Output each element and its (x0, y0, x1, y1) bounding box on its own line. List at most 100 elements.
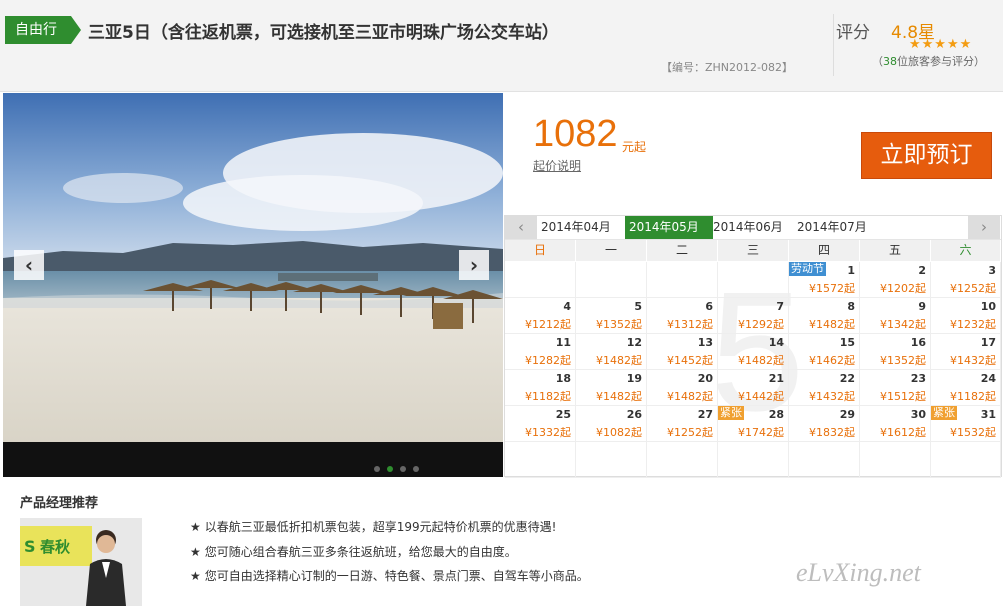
weekday-mon: 一 (576, 240, 647, 261)
day-price: ¥1532起 (950, 426, 996, 439)
day-price: ¥1252起 (667, 426, 713, 439)
calendar-day-cell[interactable]: 6 ¥1312起 (647, 298, 718, 334)
day-number: 15 (839, 336, 855, 349)
prev-month-icon[interactable]: ‹ (505, 216, 537, 239)
tab-month-2014-06[interactable]: 2014年06月 (709, 216, 797, 239)
day-number: 1 (847, 264, 855, 277)
calendar-day-cell[interactable]: 5 ¥1352起 (576, 298, 647, 334)
calendar-empty-cell (505, 442, 576, 478)
calendar-empty-cell (505, 262, 576, 298)
calendar-day-cell[interactable]: 22 ¥1432起 (789, 370, 860, 406)
gallery-dot[interactable] (374, 466, 380, 472)
calendar-day-cell[interactable]: 18 ¥1182起 (505, 370, 576, 406)
calendar-day-cell[interactable]: 30 ¥1612起 (860, 406, 931, 442)
calendar-day-cell[interactable]: 3 ¥1252起 (931, 262, 1001, 298)
rating-stars-icon: ★★★★★ (909, 37, 973, 52)
calendar-day-cell[interactable]: 24 ¥1182起 (931, 370, 1001, 406)
day-number: 17 (980, 336, 996, 349)
calendar-day-cell[interactable]: 26 ¥1082起 (576, 406, 647, 442)
calendar-day-cell[interactable]: 12 ¥1482起 (576, 334, 647, 370)
feature-item: ★ 您可随心组合春航三亚多条往返航班，给您最大的自由度。 (190, 543, 517, 560)
day-price: ¥1312起 (667, 318, 713, 331)
calendar-day-cell[interactable]: 劳动节 1 ¥1572起 (789, 262, 860, 298)
day-price: ¥1482起 (596, 354, 642, 367)
day-price: ¥1482起 (596, 390, 642, 403)
weekday-sat: 六 (931, 240, 1001, 261)
star-bullet-icon: ★ (190, 520, 201, 534)
star-bullet-icon: ★ (190, 545, 201, 559)
weekday-sun: 日 (505, 240, 576, 261)
calendar-day-cell[interactable]: 8 ¥1482起 (789, 298, 860, 334)
manager-photo-image: S 春秋 (20, 518, 142, 606)
tight-badge: 紧张 (718, 406, 744, 420)
day-price: ¥1572起 (809, 282, 855, 295)
manager-photo: S 春秋 (20, 518, 142, 606)
calendar-day-cell[interactable]: 21 ¥1442起 (718, 370, 789, 406)
calendar-day-cell[interactable]: 2 ¥1202起 (860, 262, 931, 298)
day-price: ¥1332起 (525, 426, 571, 439)
calendar-day-cell[interactable]: 7 ¥1292起 (718, 298, 789, 334)
calendar-day-cell[interactable]: 20 ¥1482起 (647, 370, 718, 406)
gallery-next-button[interactable]: › (459, 250, 489, 280)
day-price: ¥1212起 (525, 318, 571, 331)
day-number: 20 (697, 372, 713, 385)
day-price: ¥1202起 (880, 282, 926, 295)
calendar-day-cell[interactable]: 15 ¥1462起 (789, 334, 860, 370)
day-price: ¥1442起 (738, 390, 784, 403)
calendar-day-cell[interactable]: 16 ¥1352起 (860, 334, 931, 370)
day-price: ¥1482起 (667, 390, 713, 403)
day-price: ¥1282起 (525, 354, 571, 367)
day-number: 2 (918, 264, 926, 277)
day-number: 6 (705, 300, 713, 313)
day-price: ¥1482起 (738, 354, 784, 367)
calendar-day-cell[interactable]: 紧张 31 ¥1532起 (931, 406, 1001, 442)
calendar-day-cell[interactable]: 4 ¥1212起 (505, 298, 576, 334)
tab-month-2014-05[interactable]: 2014年05月 (625, 216, 713, 239)
calendar-day-cell[interactable]: 10 ¥1232起 (931, 298, 1001, 334)
calendar-empty-cell (931, 442, 1001, 478)
day-number: 3 (988, 264, 996, 277)
calendar-day-cell[interactable]: 9 ¥1342起 (860, 298, 931, 334)
calendar-empty-cell (718, 262, 789, 298)
calendar-day-cell[interactable]: 25 ¥1332起 (505, 406, 576, 442)
gallery-dot-active[interactable] (387, 466, 393, 472)
calendar-day-cell[interactable]: 紧张 28 ¥1742起 (718, 406, 789, 442)
day-number: 5 (634, 300, 642, 313)
calendar-day-cell[interactable]: 19 ¥1482起 (576, 370, 647, 406)
calendar-day-cell[interactable]: 17 ¥1432起 (931, 334, 1001, 370)
weekday-tue: 二 (647, 240, 718, 261)
price-note-link[interactable]: 起价说明 (533, 157, 581, 174)
book-now-button[interactable]: 立即预订 (861, 132, 992, 179)
weekday-thu: 四 (789, 240, 860, 261)
calendar-empty-cell (647, 262, 718, 298)
day-number: 9 (918, 300, 926, 313)
svg-text:S: S (24, 537, 36, 556)
gallery-dot[interactable] (400, 466, 406, 472)
day-price: ¥1082起 (596, 426, 642, 439)
rating-count-suffix: 位旅客参与评分） (897, 55, 985, 68)
day-price: ¥1432起 (950, 354, 996, 367)
gallery-prev-button[interactable]: ‹ (14, 250, 44, 280)
day-price: ¥1742起 (738, 426, 784, 439)
day-number: 24 (980, 372, 996, 385)
calendar-day-cell[interactable]: 29 ¥1832起 (789, 406, 860, 442)
calendar-day-cell[interactable]: 11 ¥1282起 (505, 334, 576, 370)
tab-month-2014-07[interactable]: 2014年07月 (793, 216, 885, 239)
start-price: 1082 (533, 113, 618, 155)
gallery-dot[interactable] (413, 466, 419, 472)
next-month-icon[interactable]: › (968, 216, 1000, 239)
calendar-day-cell[interactable]: 14 ¥1482起 (718, 334, 789, 370)
day-number: 27 (697, 408, 713, 421)
calendar-day-cell[interactable]: 27 ¥1252起 (647, 406, 718, 442)
weekday-fri: 五 (860, 240, 931, 261)
calendar-day-cell[interactable]: 13 ¥1452起 (647, 334, 718, 370)
star-bullet-icon: ★ (190, 569, 201, 583)
day-number: 14 (768, 336, 784, 349)
calendar-day-cell[interactable]: 23 ¥1512起 (860, 370, 931, 406)
feature-text: 以春航三亚最低折扣机票包装，超享199元起特价机票的优惠待遇! (204, 520, 557, 534)
price-calendar: 5 ‹ 2014年04月 2014年05月 2014年06月 2014年07月 … (504, 215, 1002, 478)
tab-month-2014-04[interactable]: 2014年04月 (537, 216, 629, 239)
day-price: ¥1352起 (880, 354, 926, 367)
rating-count: （38位旅客参与评分） (872, 53, 985, 69)
rating-divider (833, 14, 834, 76)
